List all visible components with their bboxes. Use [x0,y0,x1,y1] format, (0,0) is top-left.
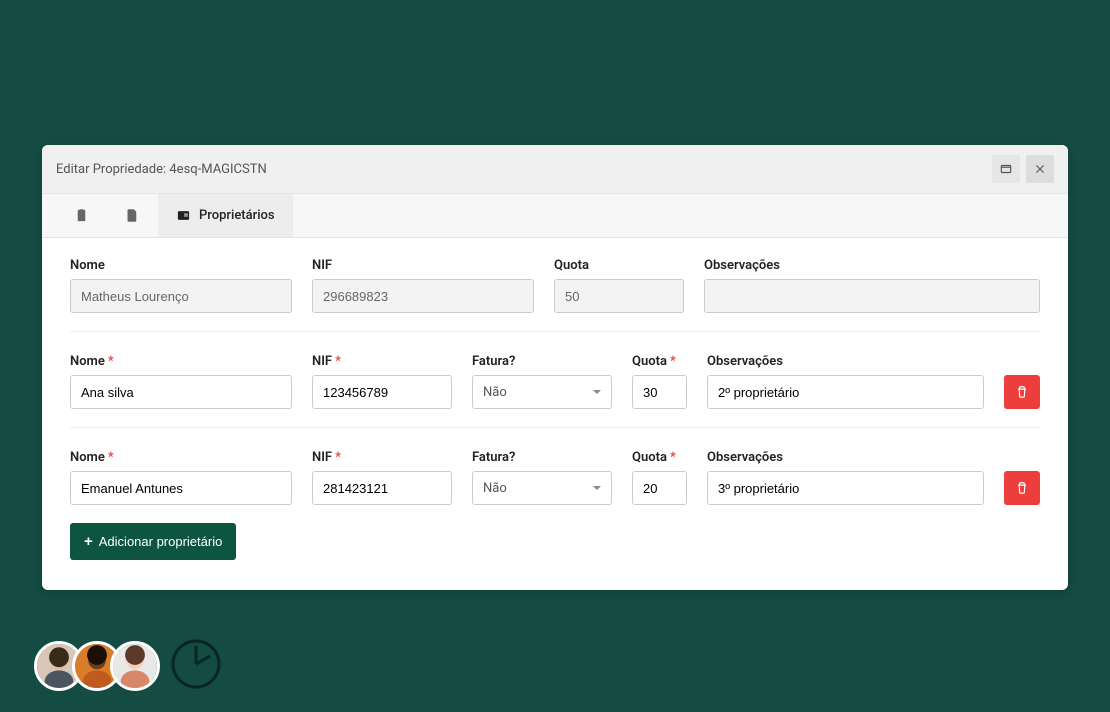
label-nif: NIF* [312,450,452,465]
delete-owner-button[interactable] [1004,471,1040,505]
field-primary-quota: Quota [554,258,684,313]
obs-input[interactable] [707,471,984,505]
label-quota: Quota* [632,354,687,369]
modal-title: Editar Propriedade: 4esq-MAGICSTN [56,162,267,177]
field-primary-nif: NIF [312,258,534,313]
tab-details[interactable] [56,194,107,237]
modal-controls [992,155,1054,183]
label-nif: NIF* [312,354,452,369]
primary-nome-input [70,279,292,313]
label-fatura: Fatura? [472,354,612,369]
delete-owner-button[interactable] [1004,375,1040,409]
quota-input[interactable] [632,375,687,409]
person-card-icon [176,208,191,223]
add-owner-button[interactable]: + Adicionar proprietário [70,523,236,560]
tab-owners[interactable]: Proprietários [158,194,293,237]
field-quota: Quota* [632,450,687,505]
label-quota: Quota [554,258,684,273]
maximize-button[interactable] [992,155,1020,183]
label-obs: Observações [707,354,984,369]
tab-documents[interactable] [107,194,158,237]
label-nome: Nome [70,258,292,273]
modal-header: Editar Propriedade: 4esq-MAGICSTN [42,145,1068,194]
primary-owner-row: Nome NIF Quota Observações [70,258,1040,313]
field-nif: NIF* [312,354,452,409]
primary-nif-input [312,279,534,313]
field-quota: Quota* [632,354,687,409]
trash-icon [1015,385,1029,399]
field-obs: Observações [707,450,984,505]
bottom-overlay [34,638,222,694]
close-icon [1033,162,1047,176]
field-nif: NIF* [312,450,452,505]
owner-row: Nome* NIF* Fatura? Não Quota* Observaçõe… [70,427,1040,505]
file-icon [125,208,140,223]
maximize-icon [999,162,1013,176]
nome-input[interactable] [70,471,292,505]
label-obs: Observações [704,258,1040,273]
nif-input[interactable] [312,471,452,505]
tabs: Proprietários [42,194,1068,238]
label-nome: Nome* [70,450,292,465]
plus-icon: + [84,533,93,550]
field-primary-nome: Nome [70,258,292,313]
primary-obs-input [704,279,1040,313]
field-fatura: Fatura? Não [472,354,612,409]
label-obs: Observações [707,450,984,465]
nif-input[interactable] [312,375,452,409]
avatar [110,641,160,691]
modal-body: Nome NIF Quota Observações Nome* [42,238,1068,590]
owner-row: Nome* NIF* Fatura? Não Quota* Observaçõe… [70,331,1040,409]
label-nome: Nome* [70,354,292,369]
clipboard-icon [74,208,89,223]
field-obs: Observações [707,354,984,409]
primary-quota-input [554,279,684,313]
field-primary-obs: Observações [704,258,1040,313]
obs-input[interactable] [707,375,984,409]
tab-owners-label: Proprietários [199,208,275,223]
modal-edit-property: Editar Propriedade: 4esq-MAGICSTN Propri… [42,145,1068,590]
field-fatura: Fatura? Não [472,450,612,505]
label-quota: Quota* [632,450,687,465]
field-nome: Nome* [70,450,292,505]
field-nome: Nome* [70,354,292,409]
label-fatura: Fatura? [472,450,612,465]
label-nif: NIF [312,258,534,273]
fatura-select[interactable]: Não [472,375,612,409]
nome-input[interactable] [70,375,292,409]
quota-input[interactable] [632,471,687,505]
fatura-select[interactable]: Não [472,471,612,505]
add-owner-label: Adicionar proprietário [99,534,223,549]
trash-icon [1015,481,1029,495]
close-button[interactable] [1026,155,1054,183]
clock-icon [170,638,222,694]
